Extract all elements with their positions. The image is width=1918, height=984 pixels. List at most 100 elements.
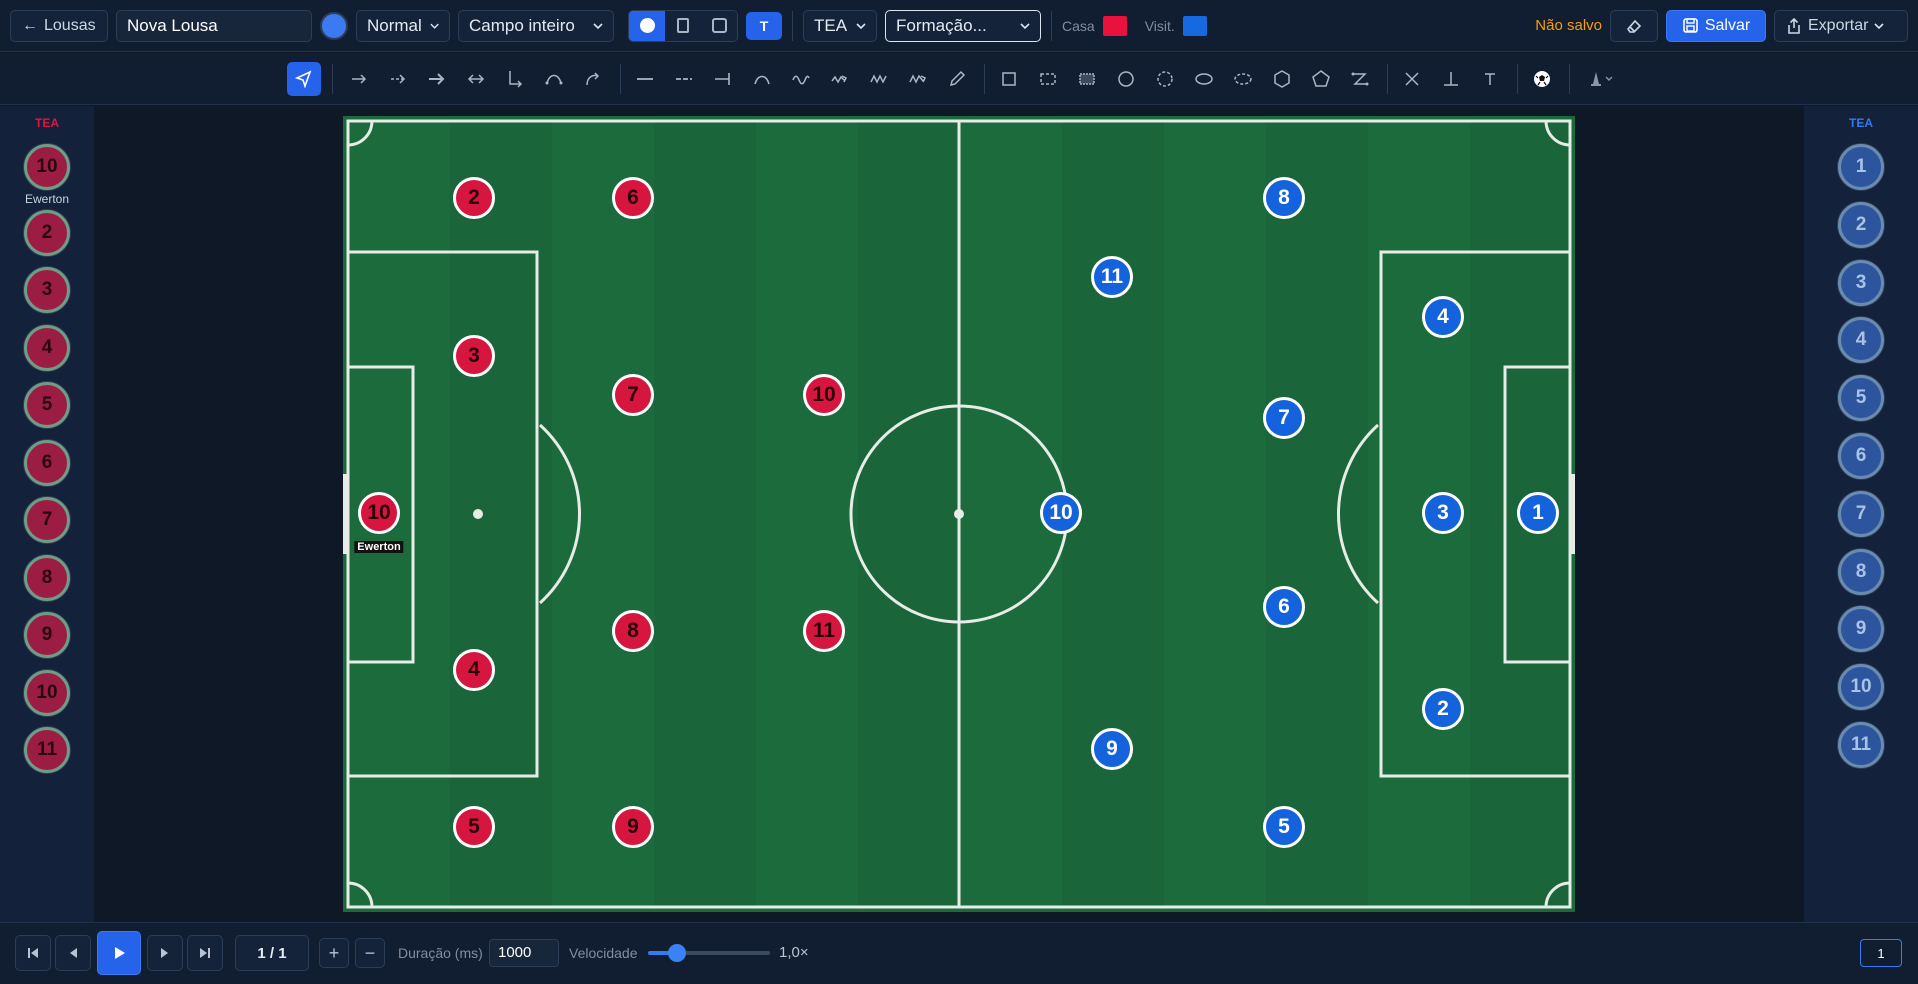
zigzag-tool[interactable] bbox=[862, 62, 896, 96]
home-player-chip[interactable]: 5 bbox=[24, 382, 70, 428]
home-player-token[interactable]: 9 bbox=[612, 806, 654, 848]
away-player-chip[interactable]: 7 bbox=[1838, 490, 1884, 537]
add-frame-button[interactable]: + bbox=[319, 938, 349, 968]
back-button[interactable]: ← Lousas bbox=[10, 9, 108, 42]
arc-tool[interactable] bbox=[745, 62, 779, 96]
away-player-token[interactable]: 6 bbox=[1263, 586, 1305, 628]
away-player-chip[interactable]: 11 bbox=[1838, 722, 1884, 768]
dashed-ellipse-tool[interactable] bbox=[1226, 62, 1260, 96]
double-arrow-tool[interactable] bbox=[459, 62, 493, 96]
home-player-token[interactable]: 3 bbox=[453, 335, 495, 377]
curve-arrow-tool[interactable] bbox=[576, 62, 610, 96]
home-player-chip[interactable]: 2 bbox=[24, 209, 70, 256]
away-player-token[interactable]: 5 bbox=[1263, 806, 1305, 848]
board-name-input[interactable]: Nova Lousa bbox=[116, 9, 312, 42]
formation-select[interactable]: Formação... bbox=[885, 9, 1041, 42]
away-player-chip[interactable]: 6 bbox=[1838, 433, 1884, 479]
away-player-chip[interactable]: 4 bbox=[1838, 317, 1884, 364]
away-player-token[interactable]: 1 bbox=[1517, 492, 1559, 534]
home-player-chip[interactable]: 11 bbox=[24, 727, 70, 773]
remove-frame-button[interactable]: − bbox=[355, 938, 385, 968]
connect-tool[interactable] bbox=[1343, 62, 1377, 96]
home-player-chip[interactable]: 3 bbox=[24, 267, 70, 313]
away-player-chip[interactable]: 5 bbox=[1838, 375, 1884, 422]
home-player-token[interactable]: 6 bbox=[612, 177, 654, 219]
away-player-chip[interactable]: 1 bbox=[1838, 144, 1884, 190]
save-button[interactable]: Salvar bbox=[1666, 9, 1766, 42]
clear-button[interactable] bbox=[1610, 9, 1658, 42]
ellipse-tool[interactable] bbox=[1187, 62, 1221, 96]
bold-arrow-tool[interactable] bbox=[420, 62, 454, 96]
select-tool[interactable] bbox=[287, 62, 321, 96]
mode-select[interactable]: Normal bbox=[356, 9, 450, 42]
zigzag-arrow-tool[interactable] bbox=[901, 62, 935, 96]
home-player-token[interactable]: 5 bbox=[453, 806, 495, 848]
field-select[interactable]: Campo inteiro bbox=[458, 9, 614, 42]
team-select[interactable]: TEA bbox=[803, 9, 877, 42]
away-player-token[interactable]: 2 bbox=[1422, 688, 1464, 730]
home-player-chip[interactable]: 8 bbox=[24, 554, 70, 601]
home-player-token[interactable]: 4 bbox=[453, 649, 495, 691]
soccer-pitch[interactable] bbox=[343, 116, 1575, 912]
hatched-rectangle-tool[interactable] bbox=[1070, 62, 1104, 96]
export-button[interactable]: Exportar bbox=[1774, 9, 1908, 42]
perpendicular-tool[interactable] bbox=[1434, 62, 1468, 96]
pencil-tool[interactable] bbox=[940, 62, 974, 96]
home-player-chip[interactable]: 6 bbox=[24, 439, 70, 486]
away-player-chip[interactable]: 10 bbox=[1838, 664, 1884, 711]
bezier-arrow-tool[interactable] bbox=[537, 62, 571, 96]
next-frame-button[interactable] bbox=[147, 935, 183, 971]
home-player-token[interactable]: 10 bbox=[803, 374, 845, 416]
away-player-token[interactable]: 11 bbox=[1091, 256, 1133, 298]
dashed-circle-tool[interactable] bbox=[1148, 62, 1182, 96]
text-toggle-button[interactable]: T bbox=[746, 11, 782, 40]
away-color-swatch[interactable] bbox=[1182, 15, 1207, 36]
dashed-rectangle-tool[interactable] bbox=[1031, 62, 1065, 96]
away-player-chip[interactable]: 3 bbox=[1838, 259, 1884, 306]
away-player-token[interactable]: 10 bbox=[1040, 492, 1082, 534]
home-player-token[interactable]: 7 bbox=[612, 374, 654, 416]
duration-input[interactable]: 1000 bbox=[489, 939, 559, 967]
away-player-chip[interactable]: 8 bbox=[1838, 548, 1884, 595]
cone-tool[interactable] bbox=[1580, 62, 1624, 96]
home-color-swatch[interactable] bbox=[1102, 15, 1127, 36]
speed-slider[interactable] bbox=[648, 944, 770, 962]
dashed-line-tool[interactable] bbox=[667, 62, 701, 96]
home-player-chip[interactable]: 4 bbox=[24, 324, 70, 371]
away-player-token[interactable]: 4 bbox=[1422, 296, 1464, 338]
cross-tool[interactable] bbox=[1395, 62, 1429, 96]
away-player-chip[interactable]: 9 bbox=[1838, 606, 1884, 653]
wave-tool[interactable] bbox=[784, 62, 818, 96]
home-player-chip[interactable]: 9 bbox=[24, 612, 70, 658]
page-indicator[interactable]: 1 bbox=[1860, 939, 1902, 967]
home-player-token[interactable]: 10 bbox=[358, 492, 400, 534]
home-player-chip[interactable]: 10 bbox=[24, 144, 70, 190]
home-player-token[interactable]: 2 bbox=[453, 177, 495, 219]
view-photo-button[interactable] bbox=[701, 10, 737, 41]
dashed-arrow-tool[interactable] bbox=[381, 62, 415, 96]
ball-tool[interactable] bbox=[1525, 62, 1559, 96]
polygon-tool[interactable] bbox=[1265, 62, 1299, 96]
away-player-token[interactable]: 7 bbox=[1263, 397, 1305, 439]
color-picker-button[interactable] bbox=[320, 11, 348, 40]
home-player-chip[interactable]: 7 bbox=[24, 497, 70, 543]
elbow-arrow-tool[interactable] bbox=[498, 62, 532, 96]
pentagon-tool[interactable] bbox=[1304, 62, 1338, 96]
home-player-chip[interactable]: 10 bbox=[24, 669, 70, 716]
previous-frame-button[interactable] bbox=[55, 935, 91, 971]
home-player-token[interactable]: 8 bbox=[612, 610, 654, 652]
away-player-token[interactable]: 8 bbox=[1263, 177, 1305, 219]
rectangle-tool[interactable] bbox=[992, 62, 1026, 96]
away-player-token[interactable]: 3 bbox=[1422, 492, 1464, 534]
play-button[interactable] bbox=[97, 931, 141, 975]
last-frame-button[interactable] bbox=[187, 935, 223, 971]
away-player-chip[interactable]: 2 bbox=[1838, 201, 1884, 248]
view-shirt-button[interactable] bbox=[665, 10, 701, 41]
block-line-tool[interactable] bbox=[706, 62, 740, 96]
text-tool[interactable] bbox=[1473, 62, 1507, 96]
first-frame-button[interactable] bbox=[15, 935, 51, 971]
circle-tool[interactable] bbox=[1109, 62, 1143, 96]
away-player-token[interactable]: 9 bbox=[1091, 728, 1133, 770]
view-circle-button[interactable] bbox=[629, 10, 665, 41]
line-tool[interactable] bbox=[628, 62, 662, 96]
